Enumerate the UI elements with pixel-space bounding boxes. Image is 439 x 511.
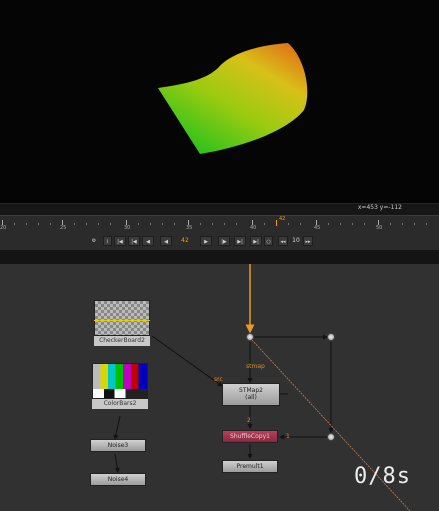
noise3-label: Noise3 (107, 442, 129, 449)
next-keyframe-button[interactable]: ▶| (234, 236, 246, 246)
edge-colorbars-to-noise3 (113, 415, 121, 440)
tick-label: 35 (186, 225, 193, 231)
noise4-node[interactable]: Noise4 (90, 473, 146, 486)
edge-checker-to-stmap (151, 335, 223, 387)
edge-label-2: 2 (247, 417, 251, 424)
edge-label-src: src (214, 376, 223, 383)
dot-node-right[interactable] (327, 333, 335, 341)
viewer-panel[interactable] (0, 0, 439, 203)
first-frame-button[interactable]: |◀ (114, 236, 126, 246)
edge-noise3-to-noise4 (114, 453, 120, 473)
shufflecopy-label: ShuffleCopy1 (230, 433, 270, 440)
checker-line (94, 320, 150, 321)
jump-forward-button[interactable]: ▸▸ (303, 236, 313, 246)
cursor-coordinates: x=453 y=-112 (357, 204, 402, 211)
colorbars-thumbnail[interactable] (92, 363, 148, 399)
increment-field[interactable]: 10 (290, 236, 302, 246)
edge-label-stmap: stmap (246, 363, 265, 370)
tick-label: 25 (60, 225, 67, 231)
dot-node-bottom[interactable] (327, 433, 335, 441)
frame-ruler[interactable]: 20 25 30 35 40 45 50 42 (0, 216, 439, 231)
shufflecopy-node[interactable]: ShuffleCopy1 (222, 430, 278, 443)
play-forward-button[interactable]: ▶ (200, 236, 212, 246)
frame-number-field[interactable]: 42 (178, 236, 192, 246)
tick-label: 20 (0, 225, 7, 231)
colorbars-node[interactable]: ColorBars2 (92, 399, 148, 409)
noise4-label: Noise4 (107, 476, 129, 483)
play-backward-button[interactable]: ◀ (160, 236, 172, 246)
tick-label: 50 (376, 225, 383, 231)
elapsed-time-overlay: 0/8s (354, 464, 411, 489)
tick-label: 30 (124, 225, 131, 231)
stmap-sub-label: (all) (245, 394, 257, 401)
step-forward-button[interactable]: |▶ (218, 236, 230, 246)
jump-back-button[interactable]: ◂◂ (278, 236, 288, 246)
checkerboard-node[interactable]: CheckerBoard2 (94, 336, 150, 346)
premult-label: Premult1 (236, 463, 264, 470)
node-graph[interactable]: CheckerBoard2 ColorBars2 Noise3 Noise4 S… (0, 264, 439, 511)
stmap-surface (158, 43, 308, 154)
loop-mode-button[interactable]: ○ (264, 236, 273, 246)
settings-icon[interactable]: ⚙ (88, 236, 100, 246)
tick-label: 40 (250, 225, 257, 231)
viewer-info-bar: x=453 y=-112 (0, 203, 439, 215)
current-frame-marker[interactable]: 42 (279, 216, 285, 222)
in-point-button[interactable]: i (103, 236, 112, 246)
edge-label-1: 1 (286, 433, 290, 440)
playback-controls: ⚙ i |◀ |◀ ◀ ◀ 42 ▶ |▶ ▶| ▶| ○ ◂◂ 10 ▸▸ (0, 236, 439, 248)
panel-divider (0, 250, 439, 264)
checkerboard-thumbnail[interactable] (94, 300, 150, 336)
dot-node-left[interactable] (246, 333, 254, 341)
noise3-node[interactable]: Noise3 (90, 439, 146, 452)
tick-label: 45 (314, 225, 321, 231)
colorbars-lower-band (93, 389, 147, 398)
step-back-button[interactable]: ◀ (142, 236, 154, 246)
timeline-bar[interactable]: 20 25 30 35 40 45 50 42 ⚙ i |◀ |◀ ◀ ◀ 42… (0, 215, 439, 251)
last-frame-button[interactable]: ▶| (250, 236, 262, 246)
viewer-canvas (158, 43, 308, 154)
stmap-label: STMap2 (239, 387, 263, 394)
prev-keyframe-button[interactable]: |◀ (128, 236, 140, 246)
premult-node[interactable]: Premult1 (222, 460, 278, 473)
stmap-node[interactable]: STMap2 (all) (222, 383, 280, 406)
